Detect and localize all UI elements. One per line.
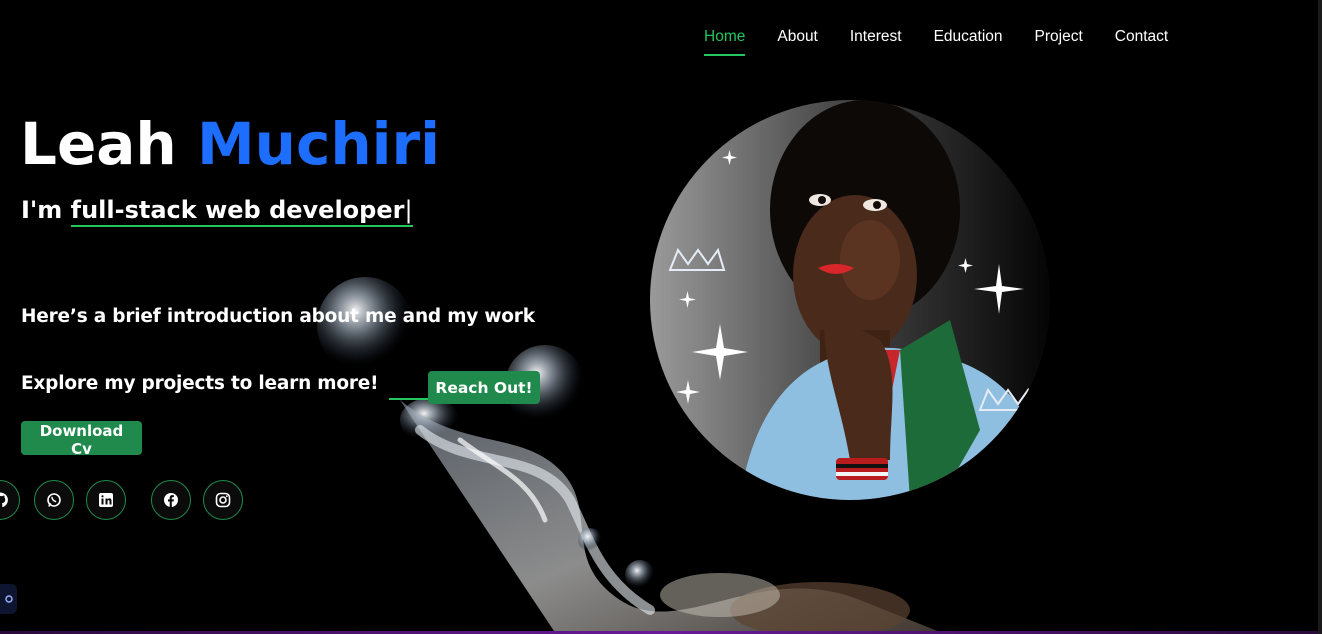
nav-home[interactable]: Home [704, 28, 746, 56]
role-typed-text: full-stack web developer| [70, 196, 413, 227]
social-links [0, 480, 260, 520]
instagram-icon [215, 492, 231, 508]
facebook-icon [164, 493, 178, 507]
floating-widget-handle[interactable] [0, 584, 17, 614]
role-typed-value: full-stack web developer [70, 196, 405, 224]
nav-about[interactable]: About [777, 28, 818, 52]
instagram-link[interactable] [203, 480, 243, 520]
nav-education[interactable]: Education [934, 28, 1003, 52]
nav-project[interactable]: Project [1035, 28, 1083, 52]
github-icon [0, 492, 8, 508]
whatsapp-link[interactable] [34, 480, 74, 520]
scrollbar-track[interactable] [1318, 0, 1322, 634]
explore-underline [389, 398, 429, 400]
last-name: Muchiri [196, 110, 440, 178]
profile-photo [650, 100, 1050, 500]
explore-text: Explore my projects to learn more! [21, 373, 379, 394]
typing-caret: | [404, 196, 413, 224]
role-prefix: I'm [21, 196, 63, 224]
hero-name: Leah Muchiri [20, 110, 440, 178]
role-line: I'm full-stack web developer| [21, 196, 413, 227]
reach-out-button[interactable]: Reach Out! [428, 371, 540, 404]
whatsapp-icon [47, 493, 61, 507]
linkedin-link[interactable] [86, 480, 126, 520]
download-cv-button[interactable]: Download Cv [21, 421, 142, 458]
nav-contact[interactable]: Contact [1115, 28, 1168, 52]
top-navigation: Home About Interest Education Project Co… [704, 28, 1168, 56]
nav-interest[interactable]: Interest [850, 28, 902, 52]
intro-text: Here’s a brief introduction about me and… [21, 306, 535, 327]
github-link[interactable] [0, 480, 20, 520]
profile-photo-illustration [650, 100, 1050, 500]
widget-icon [4, 595, 13, 603]
first-name: Leah [20, 110, 177, 178]
facebook-link[interactable] [151, 480, 191, 520]
linkedin-icon [99, 493, 113, 507]
